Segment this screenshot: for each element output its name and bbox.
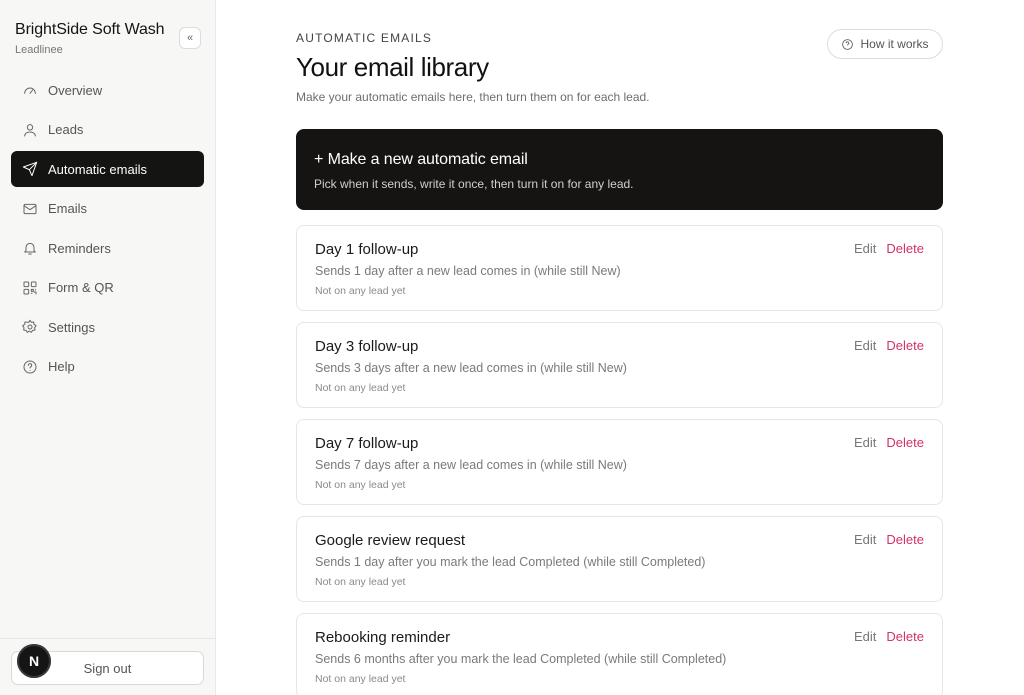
mail-icon xyxy=(21,200,38,217)
email-actions: Edit Delete xyxy=(854,532,924,547)
sidebar-item-overview[interactable]: Overview xyxy=(11,72,204,108)
edit-button[interactable]: Edit xyxy=(854,532,876,547)
brand: BrightSide Soft Wash Leadlinee xyxy=(15,21,165,56)
brand-name: BrightSide Soft Wash xyxy=(15,21,165,38)
how-it-works-label: How it works xyxy=(860,37,929,51)
sidebar-item-label: Leads xyxy=(48,122,84,137)
delete-button[interactable]: Delete xyxy=(886,338,924,353)
sidebar-item-settings[interactable]: Settings xyxy=(11,309,204,345)
brand-subtitle: Leadlinee xyxy=(15,44,63,56)
email-actions: Edit Delete xyxy=(854,435,924,450)
sidebar-item-label: Reminders xyxy=(48,240,111,256)
email-schedule: Sends 1 day after you mark the lead Comp… xyxy=(315,555,706,569)
sidebar-item-form-qr[interactable]: Form & QR xyxy=(11,270,204,306)
sidebar-item-leads[interactable]: Leads xyxy=(11,112,204,148)
email-card-day-3: Day 3 follow-up Sends 3 days after a new… xyxy=(296,322,943,408)
email-title: Google review request xyxy=(315,532,466,549)
delete-button[interactable]: Delete xyxy=(886,435,924,450)
email-title: Day 1 follow-up xyxy=(315,241,419,258)
main-content: AUTOMATIC EMAILS Your email library Make… xyxy=(216,0,1024,695)
app: BrightSide Soft Wash Leadlinee « Overvie… xyxy=(0,0,1024,695)
sidebar-item-label: Emails xyxy=(48,201,88,216)
email-schedule: Sends 1 day after a new lead comes in (w… xyxy=(315,264,621,278)
email-schedule: Sends 7 days after a new lead comes in (… xyxy=(315,458,627,472)
qr-icon xyxy=(21,279,38,296)
collapse-sidebar-button[interactable]: « xyxy=(179,27,201,49)
sidebar-item-emails[interactable]: Emails xyxy=(11,191,204,227)
edit-button[interactable]: Edit xyxy=(854,629,876,644)
email-list: Day 1 follow-up Sends 1 day after a new … xyxy=(296,225,943,695)
email-card-google-review: Google review request Sends 1 day after … xyxy=(296,516,943,602)
new-email-title: + Make a new automatic email xyxy=(314,151,528,168)
edit-button[interactable]: Edit xyxy=(854,241,876,256)
sidebar: BrightSide Soft Wash Leadlinee « Overvie… xyxy=(0,0,216,695)
new-email-subtitle: Pick when it sends, write it once, then … xyxy=(314,177,634,191)
edit-button[interactable]: Edit xyxy=(854,338,876,353)
sidebar-nav: Overview Leads Automatic emails Emails R… xyxy=(11,72,204,388)
help-icon xyxy=(21,358,38,375)
page-title: Your email library xyxy=(296,52,489,82)
sidebar-item-label: Automatic emails xyxy=(48,161,147,177)
email-card-day-7: Day 7 follow-up Sends 7 days after a new… xyxy=(296,419,943,505)
sidebar-item-label: Settings xyxy=(48,319,95,335)
gear-icon xyxy=(21,319,38,336)
bell-icon xyxy=(21,240,38,257)
email-schedule: Sends 6 months after you mark the lead C… xyxy=(315,652,727,666)
how-it-works-button[interactable]: How it works xyxy=(827,29,943,59)
delete-button[interactable]: Delete xyxy=(886,629,924,644)
sidebar-item-label: Form & QR xyxy=(48,280,114,295)
email-card-rebooking: Rebooking reminder Sends 6 months after … xyxy=(296,613,943,695)
email-status: Not on any lead yet xyxy=(315,673,406,685)
email-title: Day 3 follow-up xyxy=(315,338,419,355)
delete-button[interactable]: Delete xyxy=(886,241,924,256)
email-status: Not on any lead yet xyxy=(315,479,406,491)
email-actions: Edit Delete xyxy=(854,629,924,644)
email-status: Not on any lead yet xyxy=(315,382,406,394)
user-icon xyxy=(21,121,38,138)
sidebar-item-label: Overview xyxy=(48,82,103,98)
email-actions: Edit Delete xyxy=(854,241,924,256)
delete-button[interactable]: Delete xyxy=(886,532,924,547)
send-icon xyxy=(21,161,38,178)
email-title: Day 7 follow-up xyxy=(315,435,419,452)
avatar[interactable]: N xyxy=(17,644,51,678)
edit-button[interactable]: Edit xyxy=(854,435,876,450)
sidebar-item-reminders[interactable]: Reminders xyxy=(11,230,204,266)
email-status: Not on any lead yet xyxy=(315,285,406,297)
sidebar-item-automatic-emails[interactable]: Automatic emails xyxy=(11,151,204,187)
gauge-icon xyxy=(21,82,38,99)
help-icon xyxy=(842,38,854,50)
sidebar-item-label: Help xyxy=(48,359,75,374)
page-eyebrow: AUTOMATIC EMAILS xyxy=(296,31,433,45)
email-status: Not on any lead yet xyxy=(315,576,406,588)
email-actions: Edit Delete xyxy=(854,338,924,353)
page-subtitle: Make your automatic emails here, then tu… xyxy=(296,90,650,104)
email-schedule: Sends 3 days after a new lead comes in (… xyxy=(315,361,627,375)
email-card-day-1: Day 1 follow-up Sends 1 day after a new … xyxy=(296,225,943,311)
email-title: Rebooking reminder xyxy=(315,629,451,646)
sidebar-item-help[interactable]: Help xyxy=(11,349,204,385)
new-automatic-email-button[interactable]: + Make a new automatic email Pick when i… xyxy=(296,129,943,210)
